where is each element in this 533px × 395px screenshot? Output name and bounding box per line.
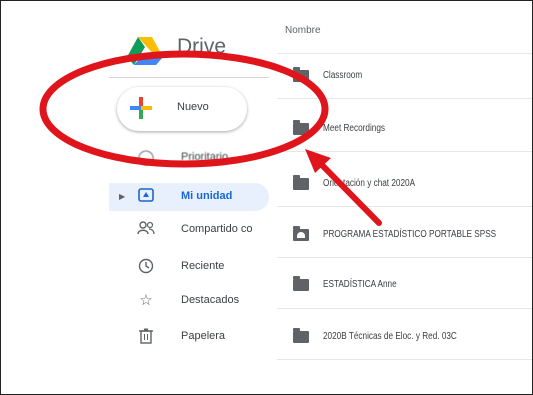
sidebar-item-my-drive[interactable]: ▶ Mi unidad [109, 183, 269, 211]
sidebar-item-shared[interactable]: Compartido co [109, 216, 269, 244]
list-divider [277, 359, 532, 360]
folder-name: PROGRAMA ESTADÍSTICO PORTABLE SPSS [323, 229, 497, 240]
list-divider [277, 206, 532, 207]
sidebar-item-label: Reciente [181, 260, 225, 272]
name-column-header[interactable]: Nombre [285, 25, 321, 36]
folder-name: ESTADÍSTICA Anne [323, 279, 397, 290]
sidebar-item-priority[interactable]: ◯ Prioritario [109, 144, 269, 172]
sidebar-item-label: Destacados [181, 294, 240, 306]
drive-logo-icon [127, 37, 163, 65]
star-icon: ☆ [139, 292, 153, 309]
list-divider [277, 151, 532, 152]
app-title: Drive [177, 35, 227, 58]
sidebar-divider [109, 77, 269, 78]
sidebar-item-recent[interactable]: Reciente [109, 253, 269, 281]
expand-caret-icon[interactable]: ▶ [119, 192, 125, 201]
shared-icon [137, 221, 155, 239]
sidebar-item-label: Mi unidad [181, 190, 233, 202]
folder-name: Orientación y chat 2020A [323, 178, 416, 189]
folder-icon [293, 120, 309, 135]
sidebar-item-label: Compartido co [181, 223, 253, 235]
list-item[interactable]: Meet Recordings [285, 109, 532, 149]
sidebar-item-label: Papelera [181, 330, 226, 342]
list-item[interactable]: PROGRAMA ESTADÍSTICO PORTABLE SPSS [285, 215, 532, 255]
my-drive-icon [137, 188, 155, 206]
list-divider [277, 53, 532, 54]
list-divider [277, 98, 532, 99]
folder-icon [293, 175, 309, 190]
drive-logo [125, 35, 165, 67]
folder-icon [293, 276, 309, 291]
list-item[interactable]: ESTADÍSTICA Anne [285, 265, 532, 305]
folder-name: Meet Recordings [323, 123, 385, 134]
sidebar-item-starred[interactable]: ☆ Destacados [109, 287, 269, 315]
trash-icon [137, 328, 155, 346]
sidebar-item-trash[interactable]: Papelera [109, 323, 269, 351]
folder-icon [293, 67, 309, 82]
folder-name: 2020B Técnicas de Eloc. y Red. 03C [323, 331, 457, 342]
folder-icon [293, 328, 309, 343]
new-button[interactable]: Nuevo [117, 87, 247, 131]
list-divider [277, 308, 532, 309]
clock-icon [137, 258, 155, 276]
list-divider [277, 257, 532, 258]
list-item[interactable]: 2020B Técnicas de Eloc. y Red. 03C [285, 317, 532, 357]
screenshot-frame: Drive Nuevo ◯ Prioritario ▶ Mi unidad Co… [0, 0, 533, 395]
sidebar-item-label: Prioritario [181, 151, 229, 163]
new-button-label: Nuevo [177, 101, 209, 113]
plus-icon [130, 97, 152, 119]
list-item[interactable]: Orientación y chat 2020A [285, 164, 532, 204]
priority-icon: ◯ [137, 149, 155, 166]
list-item[interactable]: Classroom [285, 56, 532, 96]
shared-folder-icon [293, 226, 309, 241]
folder-name: Classroom [323, 70, 363, 81]
